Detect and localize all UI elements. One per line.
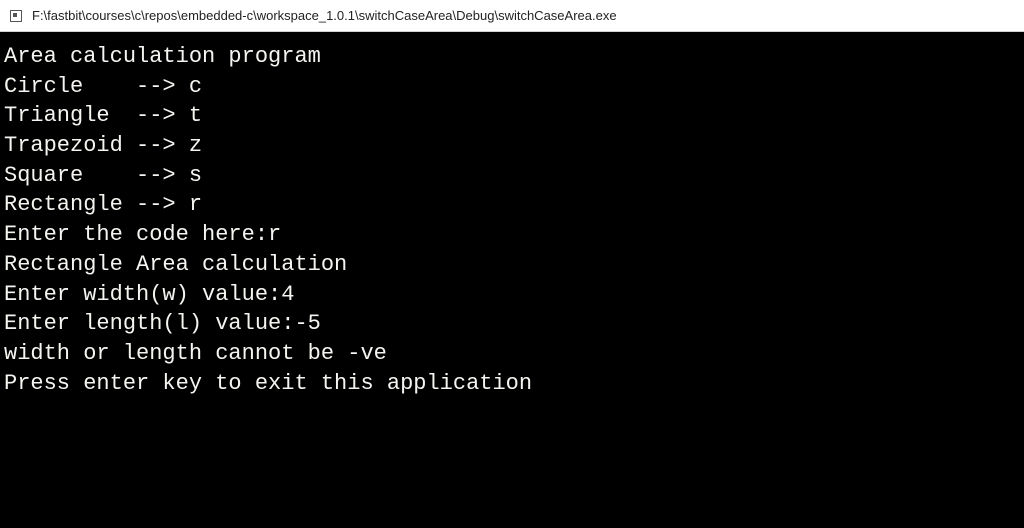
window-title: F:\fastbit\courses\c\repos\embedded-c\wo…: [32, 8, 617, 23]
console-line: Square --> s: [4, 161, 1020, 191]
console-line: Enter the code here:r: [4, 220, 1020, 250]
console-line: Enter width(w) value:4: [4, 280, 1020, 310]
console-line: Triangle --> t: [4, 101, 1020, 131]
console-line: Circle --> c: [4, 72, 1020, 102]
console-line: Rectangle --> r: [4, 190, 1020, 220]
app-icon: [8, 8, 24, 24]
console-line: Enter length(l) value:-5: [4, 309, 1020, 339]
console-line: Press enter key to exit this application: [4, 369, 1020, 399]
console-output[interactable]: Area calculation program Circle --> c Tr…: [0, 32, 1024, 528]
console-line: Rectangle Area calculation: [4, 250, 1020, 280]
window-titlebar[interactable]: F:\fastbit\courses\c\repos\embedded-c\wo…: [0, 0, 1024, 32]
console-line: Area calculation program: [4, 42, 1020, 72]
console-line: Trapezoid --> z: [4, 131, 1020, 161]
console-line: width or length cannot be -ve: [4, 339, 1020, 369]
